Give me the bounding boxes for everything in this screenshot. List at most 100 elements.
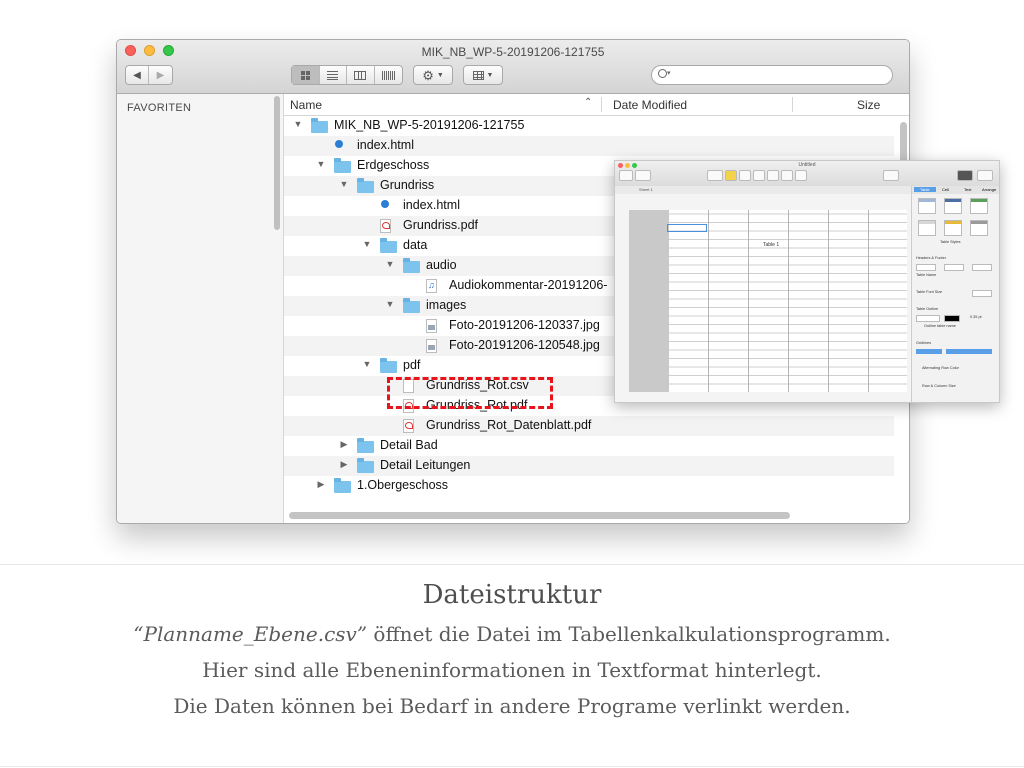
disclosure-expanded-icon[interactable]: ▼ [339, 179, 349, 189]
folder-icon [357, 178, 374, 193]
pdf-icon [403, 419, 414, 433]
table-grid [669, 210, 907, 392]
outline-width-value: 0.35 pt [970, 315, 982, 319]
view-tool-icon [619, 170, 633, 181]
action-menu-button[interactable]: ⚙ ▼ [413, 65, 453, 85]
folder-icon [334, 158, 351, 173]
file-name: audio [426, 258, 457, 272]
file-row[interactable]: ▼ MIK_NB_WP-5-20191206-121755 [284, 116, 894, 136]
table-style-swatch [944, 198, 962, 214]
list-view-button[interactable] [320, 66, 347, 84]
coverflow-view-button[interactable] [375, 66, 402, 84]
folder-icon [380, 358, 397, 373]
table-style-swatch [970, 198, 988, 214]
file-name: MIK_NB_WP-5-20191206-121755 [334, 118, 525, 132]
header-column [629, 210, 669, 392]
image-icon [426, 339, 437, 353]
disclosure-expanded-icon[interactable]: ▼ [316, 159, 326, 169]
window-title: MIK_NB_WP-5-20191206-121755 [421, 45, 605, 59]
file-name: Detail Bad [380, 438, 438, 452]
outline-table-name-label: Outline table name [924, 324, 956, 328]
numbers-window-title: Untitled [798, 162, 816, 168]
header-rows-stepper [916, 264, 936, 271]
column-view-icon [354, 70, 367, 80]
back-button[interactable]: ◀ [126, 66, 150, 84]
disclosure-expanded-icon[interactable]: ▼ [385, 299, 395, 309]
sort-filter-tool-icon [977, 170, 993, 181]
file-row[interactable]: ▶ Detail Leitungen [284, 456, 894, 476]
footer-rows-stepper [972, 264, 992, 271]
column-header-size[interactable]: Size [857, 98, 880, 112]
file-row[interactable]: index.html [284, 136, 894, 156]
folder-icon [334, 478, 351, 493]
table-name-label: Table Name [916, 273, 937, 277]
folder-icon [403, 298, 420, 313]
forward-button[interactable]: ▶ [149, 66, 172, 84]
html-icon [334, 139, 344, 153]
inspector-tab-text: Text [964, 187, 972, 192]
folder-icon [357, 438, 374, 453]
file-name: Audiokommentar-20191206- [449, 278, 608, 292]
disclosure-expanded-icon[interactable]: ▼ [293, 119, 303, 129]
horizontal-scrollbar[interactable] [289, 512, 790, 519]
file-name: Grundriss.pdf [403, 218, 479, 232]
column-header-bar: Name ⌃ Date Modified Size [284, 94, 909, 116]
search-icon [658, 69, 667, 78]
comment-tool-icon [795, 170, 807, 181]
disclosure-collapsed-icon[interactable]: ▶ [339, 459, 349, 470]
table-outline-label: Table Outline [916, 307, 939, 311]
coverflow-icon [381, 70, 395, 80]
column-divider[interactable] [792, 97, 793, 112]
insert-tool-icon [707, 170, 723, 181]
column-view-button[interactable] [347, 66, 375, 84]
gridlines-label: Gridlines [916, 341, 931, 345]
sidebar-header-favorites: FAVORITEN [127, 102, 192, 114]
gridlines-button [946, 349, 992, 354]
inspector-tab-table: Table [914, 187, 936, 192]
highlight-dashed-box [387, 377, 553, 409]
inspector-tab-cell: Cell [942, 187, 949, 192]
folder-icon [311, 118, 328, 133]
view-mode-buttons [291, 65, 403, 85]
column-header-date-modified[interactable]: Date Modified [613, 98, 687, 112]
sheet-tab: Sheet 1 [639, 187, 653, 192]
file-row[interactable]: ▶ Detail Bad [284, 436, 894, 456]
back-arrow-icon: ◀ [133, 69, 141, 81]
folder-icon [380, 238, 397, 253]
caption-line-2: Hier sind alle Ebeneninformationen in Te… [202, 658, 822, 682]
file-name: Detail Leitungen [380, 458, 471, 472]
disclosure-expanded-icon[interactable]: ▼ [362, 359, 372, 369]
sidebar-scrollbar[interactable] [274, 96, 280, 230]
disclosure-collapsed-icon[interactable]: ▶ [339, 439, 349, 450]
spreadsheet-table [629, 210, 907, 392]
disclosure-collapsed-icon[interactable]: ▶ [316, 479, 326, 490]
inspector-tab-arrange: Arrange [982, 187, 997, 192]
text-tool-icon [753, 170, 765, 181]
arrange-menu-button[interactable]: ▼ [463, 65, 503, 85]
file-name: data [403, 238, 428, 252]
selected-cell [667, 224, 707, 232]
numbers-app-screenshot: Untitled Sheet 1 Table 1 Table Cell Text… [614, 160, 1000, 403]
outline-color-well [944, 315, 960, 322]
divider [0, 766, 1024, 767]
disclosure-expanded-icon[interactable]: ▼ [362, 239, 372, 249]
collaborate-tool-icon [883, 170, 899, 181]
icon-view-button[interactable] [292, 66, 320, 84]
divider [0, 564, 1024, 565]
table-style-swatch [918, 198, 936, 214]
sidebar: FAVORITEN [117, 94, 284, 523]
file-row[interactable]: ▶ 1.Obergeschoss [284, 476, 894, 496]
column-divider[interactable] [601, 97, 602, 112]
file-name: 1.Obergeschoss [357, 478, 449, 492]
column-header-name[interactable]: Name [290, 98, 322, 112]
spreadsheet-canvas: Table 1 [615, 194, 911, 402]
arrange-grid-icon [472, 70, 484, 80]
zoom-tool-icon [635, 170, 651, 181]
font-size-buttons [972, 290, 992, 297]
caption-line-1-text: öffnet die Datei im Tabellenkalkulations… [367, 622, 891, 646]
table-style-swatch [970, 220, 988, 236]
disclosure-expanded-icon[interactable]: ▼ [385, 259, 395, 269]
headers-footer-label: Headers & Footer [916, 256, 946, 260]
search-field[interactable]: ▾ [651, 65, 893, 85]
file-row[interactable]: Grundriss_Rot_Datenblatt.pdf [284, 416, 894, 436]
